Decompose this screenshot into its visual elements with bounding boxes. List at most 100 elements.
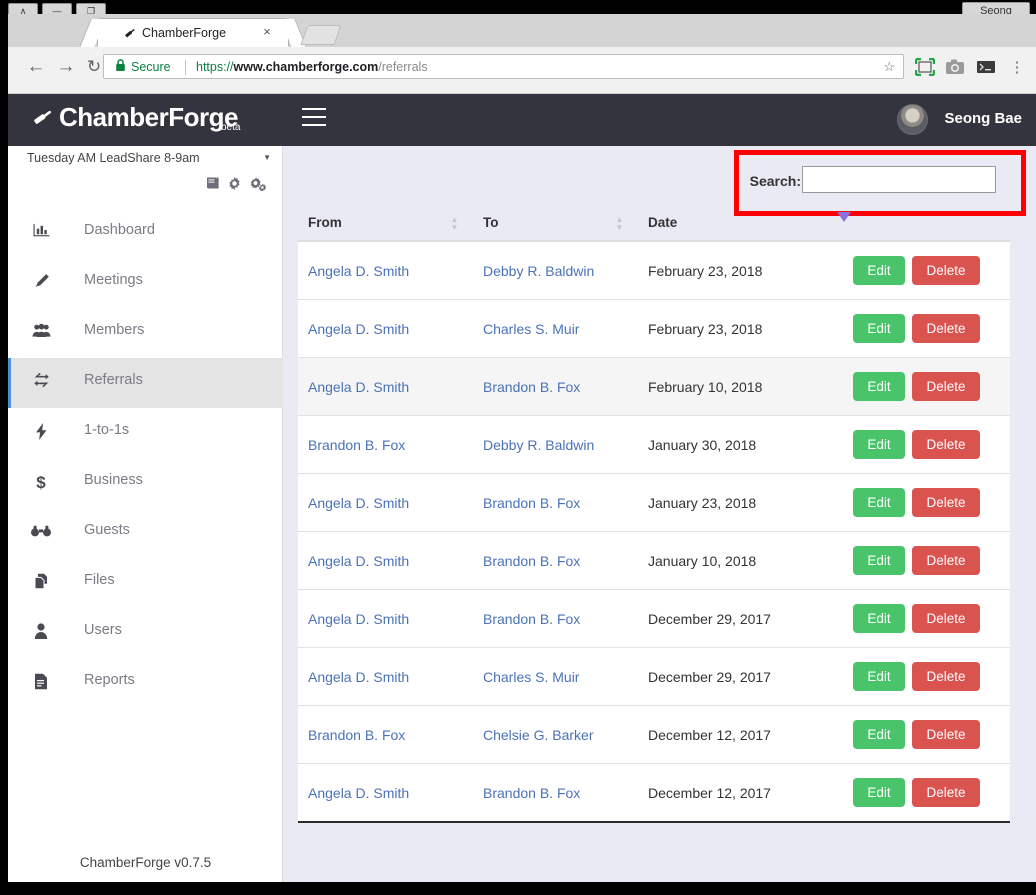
browser-window: ChamberForge × ← → ↻ Secure https://www.… bbox=[8, 14, 1036, 882]
url-path: /referrals bbox=[378, 60, 427, 74]
table-row[interactable]: Angela D. SmithBrandon B. FoxJanuary 23,… bbox=[298, 474, 1010, 532]
edit-button[interactable]: Edit bbox=[853, 778, 905, 807]
delete-button[interactable]: Delete bbox=[912, 662, 980, 691]
table-row[interactable]: Angela D. SmithBrandon B. FoxFebruary 10… bbox=[298, 358, 1010, 416]
delete-button[interactable]: Delete bbox=[912, 314, 980, 343]
sidebar-item-dashboard[interactable]: Dashboard bbox=[8, 208, 283, 258]
new-tab-button[interactable] bbox=[300, 25, 341, 45]
sidebar-item-label: 1-to-1s bbox=[84, 422, 129, 438]
edit-button[interactable]: Edit bbox=[853, 256, 905, 285]
delete-button[interactable]: Delete bbox=[912, 720, 980, 749]
back-button[interactable]: ← bbox=[22, 53, 50, 81]
referral-from-link[interactable]: Angela D. Smith bbox=[308, 321, 409, 337]
referral-from-link[interactable]: Angela D. Smith bbox=[308, 553, 409, 569]
table-row[interactable]: Angela D. SmithCharles S. MuirFebruary 2… bbox=[298, 300, 1010, 358]
referral-to-link[interactable]: Charles S. Muir bbox=[483, 669, 579, 685]
hamburger-icon[interactable] bbox=[302, 108, 326, 130]
table-row[interactable]: Angela D. Smith Brandon B. Fox December 29… bbox=[298, 590, 1010, 648]
edit-button[interactable]: Edit bbox=[853, 430, 905, 459]
referral-from-link[interactable]: Angela D. Smith bbox=[308, 611, 409, 627]
sidebar-item-members[interactable]: Members bbox=[8, 308, 283, 358]
address-bar[interactable]: Secure https://www.chamberforge.com/refe… bbox=[103, 54, 904, 79]
table-row[interactable]: Brandon B. FoxChelsie G. BarkerDecember … bbox=[298, 706, 1010, 764]
delete-button[interactable]: Delete bbox=[912, 488, 980, 517]
delete-button[interactable]: Delete bbox=[912, 430, 980, 459]
edit-button[interactable]: Edit bbox=[853, 314, 905, 343]
sidebar-item-users[interactable]: Users bbox=[8, 608, 283, 658]
referral-to-link[interactable]: Debby R. Baldwin bbox=[483, 437, 594, 453]
referral-from-link[interactable]: Brandon B. Fox bbox=[308, 727, 405, 743]
sidebar-item-meetings[interactable]: Meetings bbox=[8, 258, 283, 308]
referral-to-link[interactable]: Brandon B. Fox bbox=[483, 785, 580, 801]
referral-from-link[interactable]: Angela D. Smith bbox=[308, 669, 409, 685]
book-icon[interactable] bbox=[205, 176, 220, 193]
edit-button[interactable]: Edit bbox=[853, 546, 905, 575]
cell-to: Charles S. Muir bbox=[473, 648, 638, 706]
column-header-to[interactable]: To ▲▼ bbox=[473, 207, 638, 241]
browser-tab[interactable]: ChamberForge × bbox=[98, 19, 288, 47]
referral-to-link[interactable]: Brandon B. Fox bbox=[483, 611, 580, 627]
delete-button[interactable]: Delete bbox=[912, 256, 980, 285]
capture-frame-icon[interactable] bbox=[915, 58, 937, 78]
referral-from-link[interactable]: Angela D. Smith bbox=[308, 495, 409, 511]
edit-button[interactable]: Edit bbox=[853, 372, 905, 401]
sidebar-item-1to1s[interactable]: 1-to-1s bbox=[8, 408, 283, 458]
url-scheme: https:// bbox=[196, 60, 234, 74]
referral-to-link[interactable]: Brandon B. Fox bbox=[483, 379, 580, 395]
bookmark-star-icon[interactable]: ☆ bbox=[883, 59, 895, 75]
sidebar-item-reports[interactable]: Reports bbox=[8, 658, 283, 708]
camera-icon[interactable] bbox=[945, 58, 967, 78]
referral-to-link[interactable]: Chelsie G. Barker bbox=[483, 727, 593, 743]
cell-date: January 30, 2018 bbox=[638, 416, 853, 474]
edit-button[interactable]: Edit bbox=[853, 720, 905, 749]
close-icon[interactable]: × bbox=[260, 25, 274, 39]
sidebar-item-business[interactable]: $ Business bbox=[8, 458, 283, 508]
table-row[interactable]: Angela D. SmithBrandon B. FoxDecember 12… bbox=[298, 764, 1010, 823]
referral-to-link[interactable]: Charles S. Muir bbox=[483, 321, 579, 337]
search-input[interactable] bbox=[802, 166, 996, 193]
table-row[interactable]: Brandon B. Fox Debby R. Baldwin January 30… bbox=[298, 416, 1010, 474]
edit-button[interactable]: Edit bbox=[853, 488, 905, 517]
omnibox-divider bbox=[185, 60, 186, 75]
user-icon bbox=[30, 623, 52, 643]
referral-from-link[interactable]: Angela D. Smith bbox=[308, 785, 409, 801]
referral-from-link[interactable]: Brandon B. Fox bbox=[308, 437, 405, 453]
edit-button[interactable]: Edit bbox=[853, 604, 905, 633]
hammer-favicon-icon bbox=[123, 26, 137, 40]
delete-button[interactable]: Delete bbox=[912, 372, 980, 401]
app-brand[interactable]: ChamberForge bbox=[34, 102, 238, 133]
sort-arrows-icon: ▲▼ bbox=[450, 216, 459, 232]
kebab-menu-icon[interactable]: ⋮ bbox=[1006, 58, 1028, 78]
sidebar-item-label: Meetings bbox=[84, 272, 143, 288]
screen-terminal-icon[interactable] bbox=[976, 58, 998, 78]
delete-button[interactable]: Delete bbox=[912, 546, 980, 575]
delete-button[interactable]: Delete bbox=[912, 778, 980, 807]
brand-text: ChamberForge bbox=[59, 102, 238, 132]
delete-button[interactable]: Delete bbox=[912, 604, 980, 633]
cell-date: December 29, 2017 bbox=[638, 590, 853, 648]
table-row[interactable]: Angela D. SmithCharles S. MuirDecember 2… bbox=[298, 648, 1010, 706]
forward-button[interactable]: → bbox=[52, 53, 80, 81]
referral-from-link[interactable]: Angela D. Smith bbox=[308, 379, 409, 395]
sidebar-item-files[interactable]: Files bbox=[8, 558, 283, 608]
referral-to-link[interactable]: Debby R. Baldwin bbox=[483, 263, 594, 279]
cell-to: Brandon B. Fox bbox=[473, 764, 638, 823]
table-row[interactable]: Angela D. SmithBrandon B. FoxJanuary 10,… bbox=[298, 532, 1010, 590]
referrals-table-card: From ▲▼ To ▲▼ Date bbox=[298, 207, 1010, 823]
sidebar-nav-list: Dashboard Meetings Members bbox=[8, 208, 283, 708]
group-selector[interactable]: Tuesday AM LeadShare 8-9am ▼ bbox=[8, 146, 283, 174]
cell-from: Angela D. Smith bbox=[298, 300, 473, 358]
column-header-from[interactable]: From ▲▼ bbox=[298, 207, 473, 241]
column-header-label: To bbox=[483, 215, 499, 230]
sidebar-item-guests[interactable]: Guests bbox=[8, 508, 283, 558]
sidebar-item-referrals[interactable]: Referrals bbox=[8, 358, 283, 408]
edit-button[interactable]: Edit bbox=[853, 662, 905, 691]
table-row[interactable]: Angela D. SmithDebby R. BaldwinFebruary … bbox=[298, 241, 1010, 300]
referral-to-link[interactable]: Brandon B. Fox bbox=[483, 553, 580, 569]
gear-icon[interactable] bbox=[227, 176, 242, 194]
column-header-date[interactable]: Date bbox=[638, 207, 853, 241]
referral-to-link[interactable]: Brandon B. Fox bbox=[483, 495, 580, 511]
referral-from-link[interactable]: Angela D. Smith bbox=[308, 263, 409, 279]
exchange-icon bbox=[30, 373, 52, 393]
cogs-icon[interactable] bbox=[250, 176, 267, 194]
